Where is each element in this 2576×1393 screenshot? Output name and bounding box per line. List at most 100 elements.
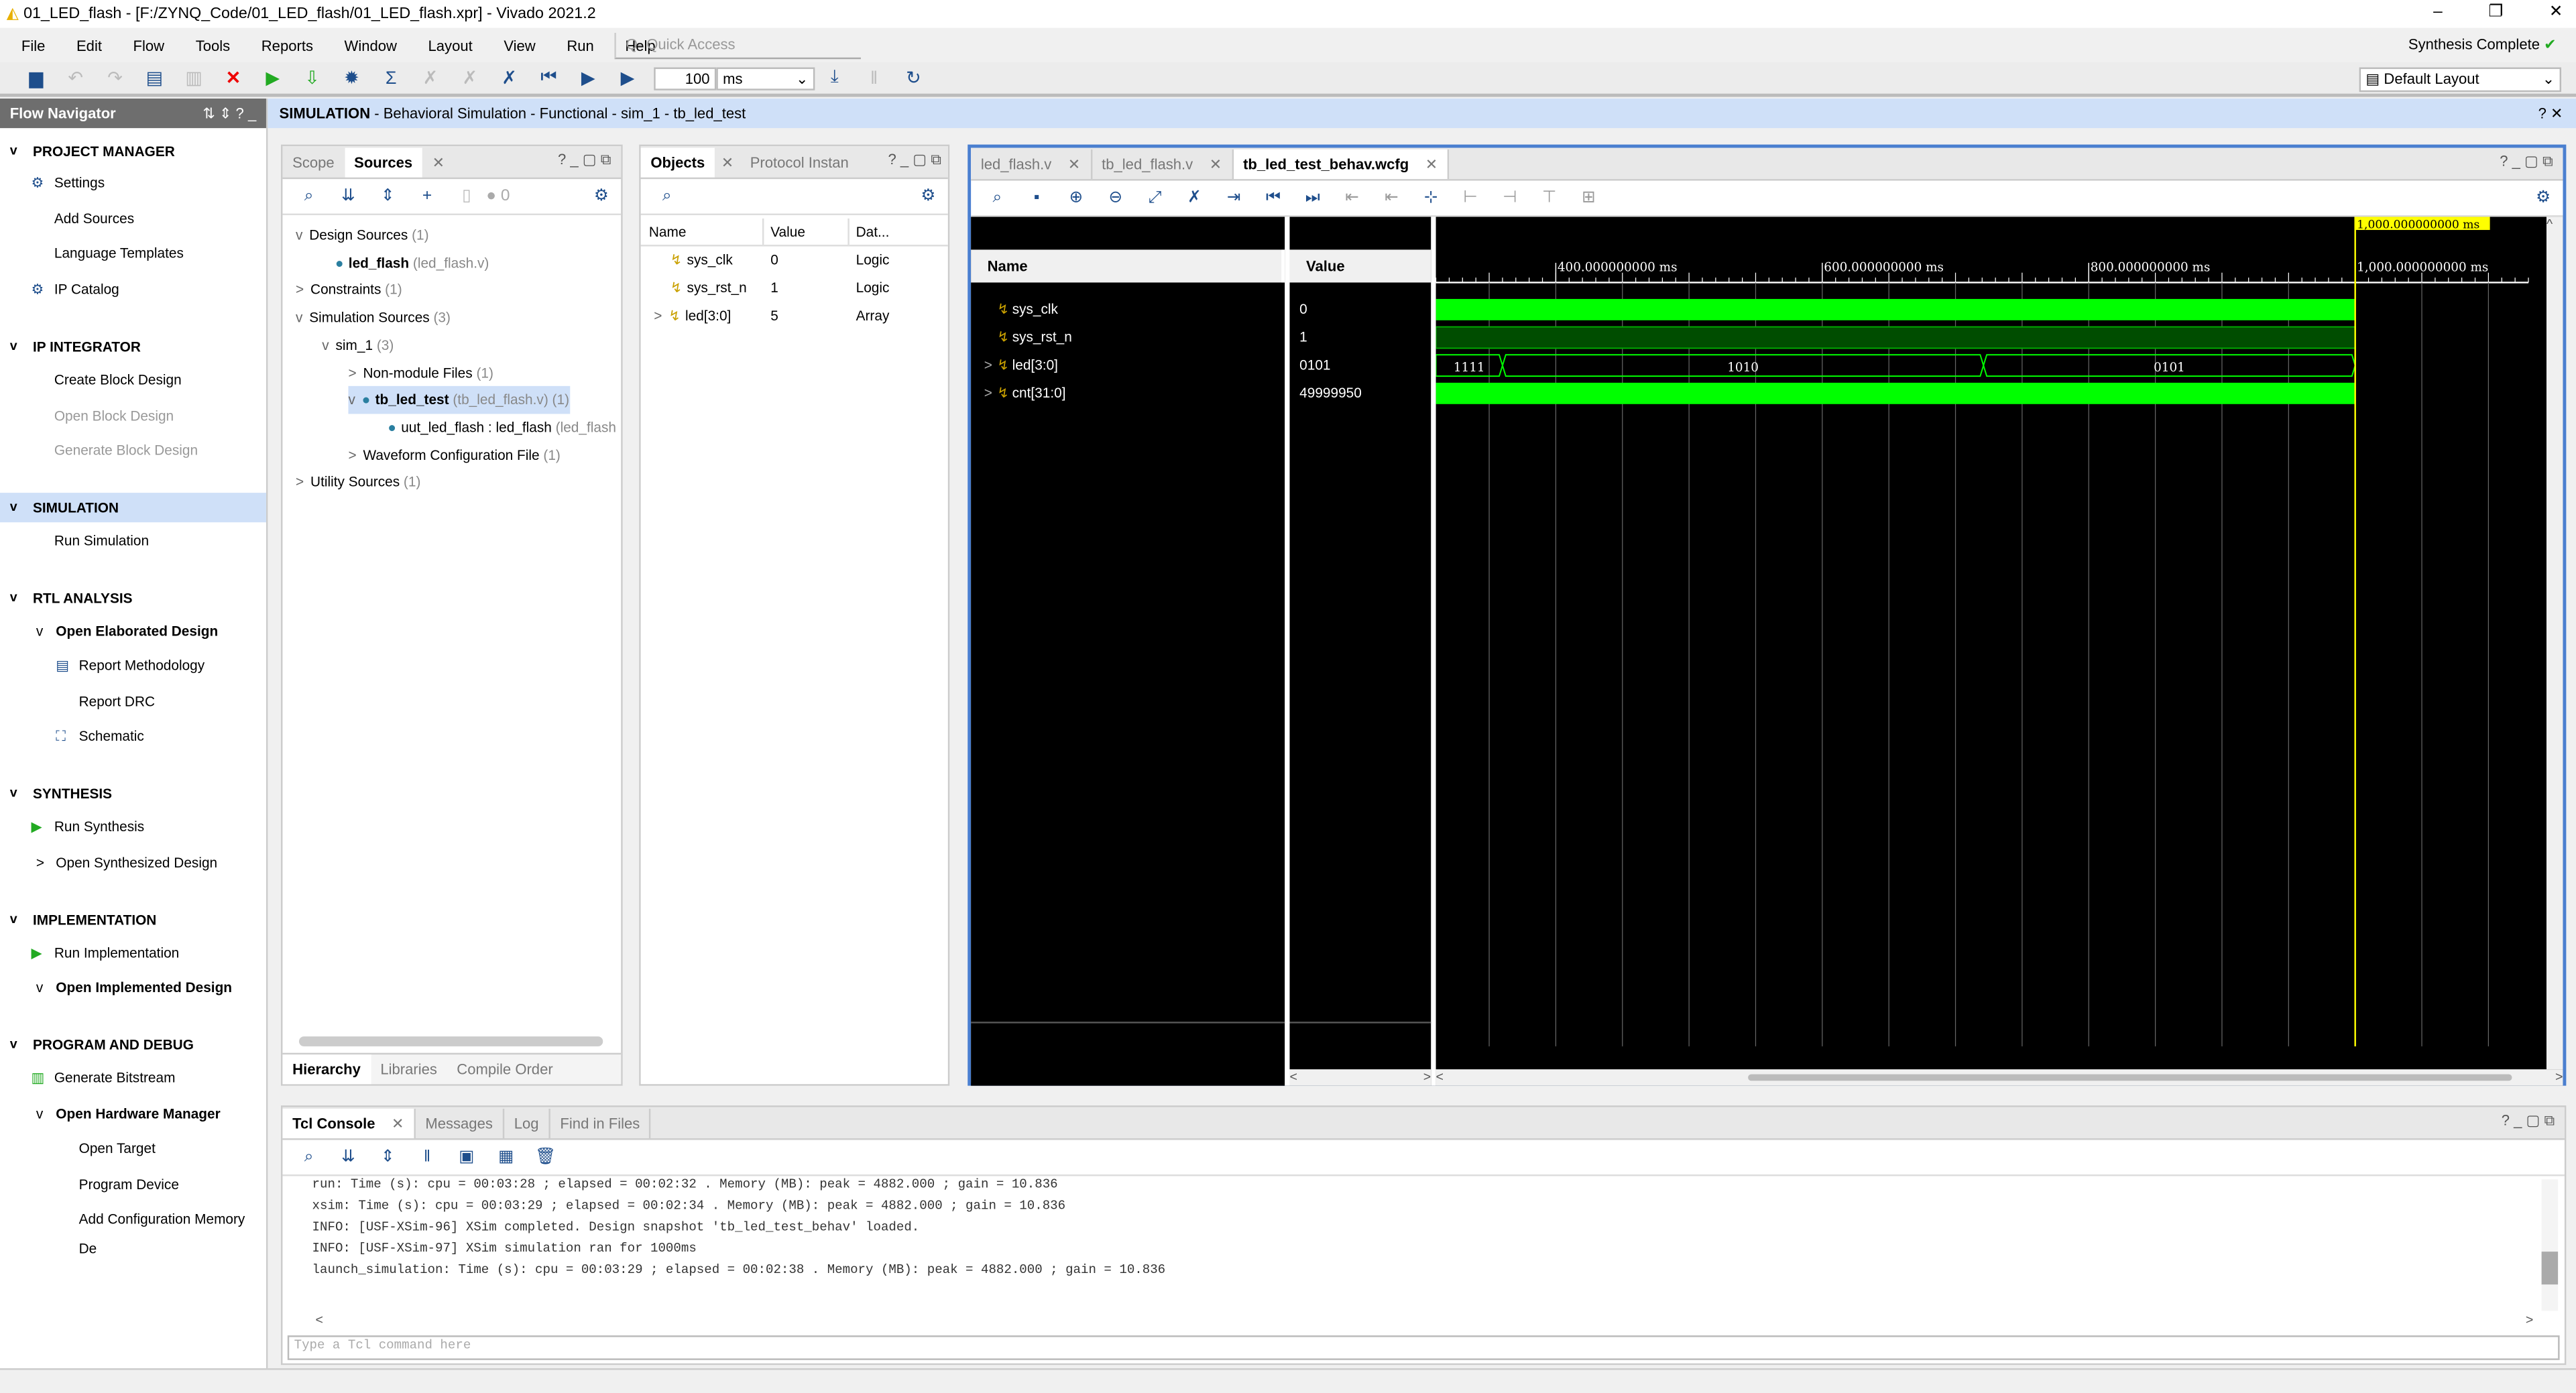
sys-rst-n-waveform[interactable]	[1436, 326, 2356, 349]
tab-tcl-console[interactable]: Tcl Console ✕	[282, 1108, 416, 1139]
nav-schematic[interactable]: ⛶ Schematic	[0, 721, 266, 751]
copy-icon[interactable]: ▥	[174, 67, 214, 88]
file-icon[interactable]: ▯	[447, 187, 486, 205]
nav-open-target[interactable]: Open Target	[0, 1134, 266, 1163]
nav-open-implemented-design[interactable]: v Open Implemented Design	[0, 973, 266, 1002]
column-divider[interactable]	[1285, 217, 1290, 1086]
help-close-icons[interactable]: ? ✕	[2538, 99, 2563, 128]
tab-scope[interactable]: Scope	[282, 148, 344, 178]
previous-transition-icon[interactable]: ⏮	[1254, 189, 1293, 207]
report-icon[interactable]: ▤	[135, 67, 174, 88]
tree-node[interactable]: > Waveform Configuration File (1)	[348, 441, 560, 469]
table-icon[interactable]: ▦	[486, 1148, 526, 1166]
menu-tools[interactable]: Tools	[196, 37, 230, 54]
cancel-icon[interactable]: ✕	[214, 67, 253, 88]
zoom-out-icon[interactable]: ⊖	[1096, 189, 1135, 207]
zoom-cursor-icon[interactable]: ✗	[1175, 189, 1214, 207]
column-divider[interactable]	[1431, 217, 1436, 1086]
chevron-down-icon[interactable]: v	[348, 391, 355, 408]
close-tab-icon[interactable]: ✕	[1425, 156, 1438, 173]
nav-open-block-design[interactable]: Open Block Design	[0, 401, 266, 430]
chevron-right-icon[interactable]: >	[984, 357, 992, 373]
tree-node[interactable]: v ● tb_led_test (tb_led_flash.v) (1)	[348, 386, 570, 414]
nav-ip-integrator[interactable]: v IP INTEGRATOR	[0, 332, 266, 361]
nav-run-implementation[interactable]: ▶ Run Implementation	[0, 938, 266, 967]
relaunch-icon[interactable]: ↻	[894, 67, 933, 88]
signal-name-row[interactable]: ↯ sys_rst_n	[971, 324, 1285, 352]
tcl-command-input[interactable]: Type a Tcl command here	[287, 1335, 2560, 1360]
copy-icon[interactable]: ▣	[447, 1148, 486, 1166]
run-all-icon[interactable]: ▶	[569, 67, 608, 88]
restart-icon[interactable]: ⏮	[529, 67, 569, 88]
sys_clk-waveform[interactable]	[1436, 298, 2355, 320]
tab-hierarchy[interactable]: Hierarchy	[282, 1054, 371, 1085]
search-icon[interactable]: ⌕	[647, 187, 687, 205]
settings-icon[interactable]: ✹	[332, 67, 371, 88]
zoom-in-icon[interactable]: ⊕	[1057, 189, 1096, 207]
chevron-right-icon[interactable]: >	[348, 364, 356, 381]
next-marker-icon[interactable]: ⊹	[1411, 189, 1451, 207]
add-icon[interactable]: +	[408, 187, 447, 205]
close-tab-icon[interactable]: ✕	[392, 1115, 404, 1132]
gear-icon[interactable]: ⚙	[2524, 189, 2563, 207]
minimize-button[interactable]: –	[2433, 3, 2443, 21]
wave-horizontal-scrollbar[interactable]: < >	[1436, 1069, 2563, 1086]
panel-controls[interactable]: ⇅ ⇕ ? _	[202, 99, 256, 128]
search-icon[interactable]: ⌕	[289, 1148, 329, 1166]
tab-tb-led-test-behav-wcfg[interactable]: tb_led_test_behav.wcfg ✕	[1233, 149, 1450, 180]
add-marker-icon[interactable]: ⇤	[1332, 189, 1372, 207]
tab-find-in-files[interactable]: Find in Files	[550, 1108, 652, 1139]
gear-icon[interactable]: ⚙	[581, 187, 621, 205]
menu-flow[interactable]: Flow	[133, 37, 165, 54]
menu-view[interactable]: View	[504, 37, 535, 54]
horizontal-scrollbar[interactable]	[298, 1036, 603, 1046]
close-tab-icon[interactable]: ✕	[1210, 156, 1222, 173]
tab-sources[interactable]: Sources	[344, 147, 422, 178]
chevron-down-icon[interactable]: v	[296, 309, 302, 326]
menu-edit[interactable]: Edit	[76, 37, 102, 54]
bitstream-icon[interactable]: ⇩	[292, 67, 332, 88]
nav-ip-catalog[interactable]: ⚙ IP Catalog	[0, 274, 266, 304]
nav-project-manager[interactable]: v PROJECT MANAGER	[0, 136, 266, 166]
previous-marker-icon[interactable]: ⇤	[1372, 189, 1411, 207]
waveform-canvas[interactable]: 400.000000000 ms 600.000000000 ms 800.0000…	[1436, 217, 2546, 1071]
expand-icon[interactable]: ⇕	[368, 1148, 408, 1166]
tool-x-icon[interactable]: ✗	[489, 67, 529, 88]
menu-window[interactable]: Window	[345, 37, 397, 54]
nav-rtl-analysis[interactable]: v RTL ANALYSIS	[0, 583, 266, 613]
nav-open-hardware-manager[interactable]: v Open Hardware Manager	[0, 1099, 266, 1128]
nav-open-elaborated-design[interactable]: v Open Elaborated Design	[0, 616, 266, 646]
chevron-down-icon[interactable]: v	[296, 227, 302, 243]
undo-icon[interactable]: ↶	[56, 67, 95, 88]
menu-layout[interactable]: Layout	[428, 37, 473, 54]
run-for-icon[interactable]: ▶	[608, 67, 648, 88]
zoom-fit-icon[interactable]: ⤢	[1135, 189, 1175, 207]
nav-synthesis[interactable]: v SYNTHESIS	[0, 778, 266, 808]
object-row[interactable]: ↯ sys_rst_n 1 Logic	[641, 274, 948, 302]
collapse-icon[interactable]: ⇊	[329, 1148, 368, 1166]
tab-libraries[interactable]: Libraries	[371, 1054, 447, 1084]
tab-protocol-instances[interactable]: Protocol Instan	[740, 148, 859, 178]
nav-language-templates[interactable]: Language Templates	[0, 238, 266, 267]
search-icon[interactable]: ⌕	[978, 189, 1017, 207]
close-tab-icon[interactable]: ✕	[1068, 156, 1080, 173]
tab-objects[interactable]: Objects	[640, 147, 715, 178]
nav-add-configuration-memory-de[interactable]: Add Configuration Memory De	[0, 1204, 266, 1257]
disabled-tool-icon[interactable]: ✗	[411, 67, 451, 88]
signal-name-row[interactable]: > ↯ cnt[31:0]	[971, 379, 1285, 408]
nav-open-synthesized-design[interactable]: > Open Synthesized Design	[0, 847, 266, 877]
nav-add-sources[interactable]: Add Sources	[0, 204, 266, 233]
clear-icon[interactable]: 🗑	[526, 1148, 565, 1166]
tab-messages[interactable]: Messages	[416, 1108, 505, 1139]
disabled-tool2-icon[interactable]: ✗	[450, 67, 489, 88]
tree-node[interactable]: v sim_1 (3)	[322, 331, 394, 359]
tab-log[interactable]: Log	[504, 1108, 550, 1139]
nav-create-block-design[interactable]: Create Block Design	[0, 365, 266, 394]
open-project-icon[interactable]: ▆	[17, 67, 56, 88]
tree-node[interactable]: > Non-module Files (1)	[348, 359, 493, 387]
sigma-icon[interactable]: Σ	[371, 68, 411, 88]
col-name[interactable]: Name	[641, 218, 764, 245]
tab-led-flash-v[interactable]: led_flash.v ✕	[971, 149, 1092, 180]
menu-run[interactable]: Run	[567, 37, 593, 54]
panel-controls[interactable]: ? _ ▢ ⧉	[888, 151, 942, 169]
